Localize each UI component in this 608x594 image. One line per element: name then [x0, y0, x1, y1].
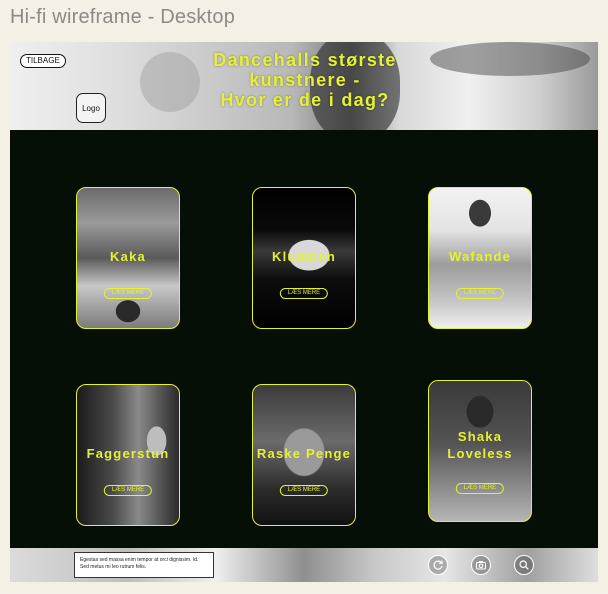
artist-name: Shaka Loveless [447, 429, 513, 461]
headline-line: Dancehalls største [213, 50, 397, 70]
headline-line: Hvor er de i dag? [220, 90, 390, 110]
read-more-button[interactable]: LÆS MERE [279, 485, 329, 496]
frame-title: Hi-fi wireframe - Desktop [10, 6, 236, 28]
artist-card-shaka-loveless[interactable]: Shaka Loveless LÆS MERE [428, 380, 532, 522]
artist-card-faggerstun[interactable]: Faggerstun LÆS MERE [76, 384, 180, 526]
artist-card-wafande[interactable]: Wafande LÆS MERE [428, 187, 532, 329]
artist-card-kaka[interactable]: Kaka LÆS MERE [76, 187, 180, 329]
back-button[interactable]: TILBAGE [20, 54, 66, 68]
read-more-button[interactable]: LÆS MERE [103, 485, 153, 496]
refresh-icon[interactable] [428, 555, 448, 575]
read-more-button[interactable]: LÆS MERE [455, 288, 505, 299]
read-more-button[interactable]: LÆS MERE [455, 483, 505, 494]
artist-card-klumben[interactable]: Klumben LÆS MERE [252, 187, 356, 329]
desktop-canvas: TILBAGE Logo Dancehalls største kunstner… [10, 42, 598, 582]
artist-name: Faggerstun [86, 446, 170, 461]
read-more-button[interactable]: LÆS MERE [103, 288, 153, 299]
search-icon[interactable] [514, 555, 534, 575]
footer-text: Egestas sed massa enim tempor at orci di… [74, 552, 214, 578]
footer-banner: Egestas sed massa enim tempor at orci di… [10, 548, 598, 582]
logo[interactable]: Logo [76, 93, 106, 123]
page-headline: Dancehalls største kunstnere - Hvor er d… [160, 50, 450, 110]
artist-name: Raske Penge [256, 446, 352, 461]
artist-name: Klumben [271, 249, 336, 264]
artist-name: Kaka [110, 249, 146, 264]
header-banner: TILBAGE Logo Dancehalls største kunstner… [10, 42, 598, 130]
read-more-button[interactable]: LÆS MERE [279, 288, 329, 299]
header-photo-detail [430, 42, 590, 76]
artist-card-raske-penge[interactable]: Raske Penge LÆS MERE [252, 384, 356, 526]
headline-line: kunstnere - [249, 70, 361, 90]
camera-icon[interactable] [471, 555, 491, 575]
artist-name: Wafande [448, 249, 512, 264]
